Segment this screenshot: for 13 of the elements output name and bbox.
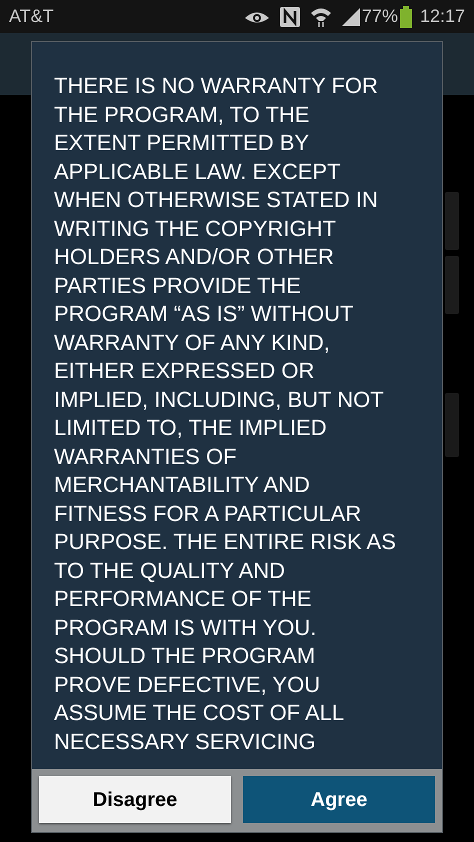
- disagree-button[interactable]: Disagree: [39, 776, 231, 823]
- background-card: [445, 393, 459, 457]
- background-card: [445, 256, 459, 314]
- nfc-icon: [280, 6, 300, 26]
- wifi-icon: [310, 6, 332, 26]
- background-card: [445, 192, 459, 250]
- carrier-name: AT&T: [9, 5, 54, 28]
- clock: 12:17: [420, 5, 465, 28]
- battery-percent: 77%: [362, 5, 398, 28]
- battery-icon: [400, 6, 412, 28]
- agree-button[interactable]: Agree: [243, 776, 435, 823]
- warranty-text: THERE IS NO WARRANTY FOR THE PROGRAM, TO THE EXTENT PERMITTED BY APPLICABLE LAW. EXCEPT WHEN OTHERWISE STATED IN WRITING THE COPYRIGHT HOLDERS AND/OR OTHER PARTIES PROVIDE THE PROGRAM “AS IS” WITHOUT WARRANTY OF ANY KIND, EITHER EXPRESSED OR IMPLIED, INCLUDING, BUT NOT LIMITED TO, THE IMPLIED WARRANTIES OF MERCHANTABILITY AND FITNESS FOR A PARTICULAR PURPOSE. THE ENTIRE RISK AS TO THE QUALITY AND PERFORMANCE OF THE PROGRAM IS WITH YOU. SHOULD THE PROGRAM PROVE DEFECTIVE, YOU ASSUME THE COST OF ALL NECESSARY SERVICING: [54, 72, 397, 756]
- signal-icon: [342, 8, 360, 26]
